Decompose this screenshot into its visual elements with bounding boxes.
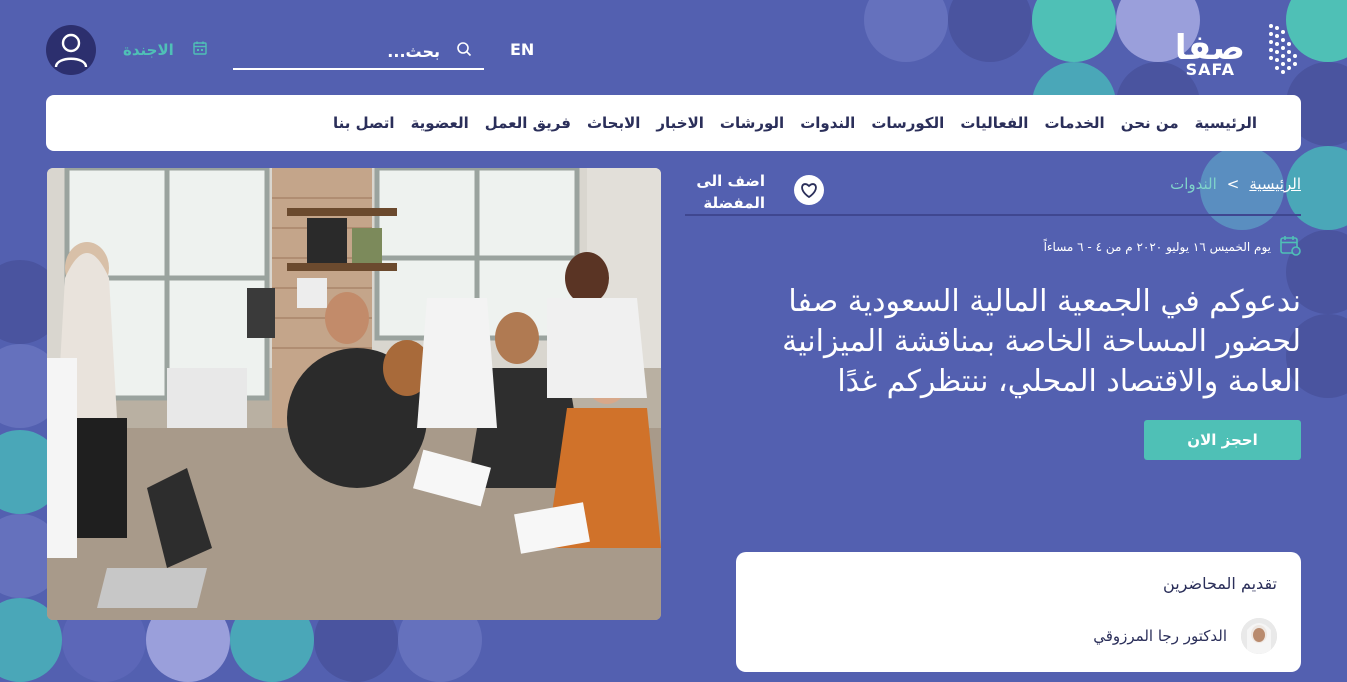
speaker-item[interactable]: الدكتور رجا المرزوقي (1093, 618, 1277, 654)
calendar-icon (192, 40, 208, 60)
decor-circle (948, 0, 1032, 62)
decor-circle (864, 0, 948, 62)
breadcrumb-separator: > (1226, 175, 1240, 193)
nav-item-team[interactable]: فريق العمل (485, 114, 571, 132)
decor-circle (1032, 0, 1116, 62)
speaker-avatar (1241, 618, 1277, 654)
agenda-link[interactable]: الاجندة (123, 40, 208, 60)
event-title: ندعوكم في الجمعية المالية السعودية صفا ل… (782, 284, 1301, 399)
heart-icon (801, 183, 817, 198)
favorite-label[interactable]: اضف الى المفضلة (685, 170, 765, 214)
speaker-name: الدكتور رجا المرزوقي (1093, 627, 1227, 645)
breadcrumb: الرئيسية > الندوات (1170, 175, 1301, 193)
calendar-clock-icon (1279, 234, 1301, 259)
nav-item-contact[interactable]: اتصل بنا (333, 114, 395, 132)
agenda-label: الاجندة (123, 41, 174, 59)
nav-item-courses[interactable]: الكورسات (871, 114, 944, 132)
search-icon[interactable] (456, 41, 472, 61)
breadcrumb-current: الندوات (1170, 175, 1217, 193)
language-toggle[interactable]: EN (510, 40, 534, 59)
nav-item-research[interactable]: الابحاث (587, 114, 640, 132)
nav-item-services[interactable]: الخدمات (1044, 114, 1104, 132)
speakers-title: تقديم المحاضرين (1163, 574, 1277, 593)
nav-item-workshops[interactable]: الورشات (720, 114, 784, 132)
event-date-row: يوم الخميس ١٦ يوليو ٢٠٢٠ م من ٤ - ٦ مساء… (1044, 234, 1301, 259)
event-image (47, 168, 661, 620)
user-icon (54, 33, 88, 68)
nav-item-news[interactable]: الاخبار (656, 114, 704, 132)
event-date: يوم الخميس ١٦ يوليو ٢٠٢٠ م من ٤ - ٦ مساء… (1043, 239, 1271, 254)
search-box (233, 34, 484, 70)
nav-item-about[interactable]: من نحن (1121, 114, 1179, 132)
speakers-card: تقديم المحاضرين الدكتور رجا المرزوقي (736, 552, 1301, 672)
breadcrumb-home[interactable]: الرئيسية (1249, 175, 1301, 193)
header-divider (685, 214, 1301, 216)
logo-dots-icon (1269, 24, 1297, 74)
nav-item-membership[interactable]: العضوية (411, 114, 469, 132)
user-account-button[interactable] (46, 25, 96, 75)
nav-item-seminars[interactable]: الندوات (800, 114, 855, 132)
book-now-button[interactable]: احجز الان (1144, 420, 1301, 460)
nav-item-events[interactable]: الفعاليات (960, 114, 1028, 132)
search-input[interactable] (248, 38, 442, 64)
main-nav: الرئيسية من نحن الخدمات الفعاليات الكورس… (46, 95, 1301, 151)
logo-text-en: SAFA (1185, 60, 1235, 79)
favorite-button[interactable] (794, 175, 824, 205)
nav-item-home[interactable]: الرئيسية (1195, 114, 1257, 132)
